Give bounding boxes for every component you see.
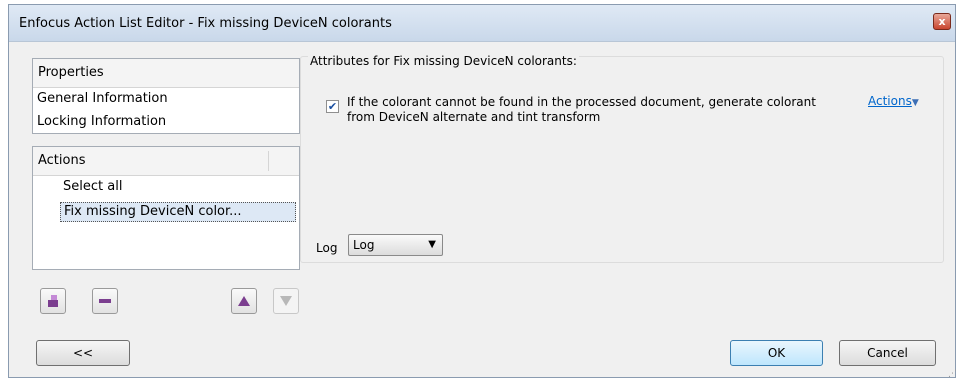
generate-colorant-checkbox[interactable]: ✔ [326, 100, 339, 113]
close-button[interactable]: x [933, 13, 951, 30]
properties-item-locking-information[interactable]: Locking Information [37, 114, 166, 129]
properties-panel: Properties General Information Locking I… [32, 58, 300, 134]
actions-link[interactable]: Actions▼ [868, 94, 919, 108]
header-divider [268, 151, 269, 171]
ok-button[interactable]: OK [730, 340, 823, 366]
close-icon: x [938, 15, 946, 28]
window-title: Enfocus Action List Editor - Fix missing… [19, 16, 392, 31]
move-down-icon [280, 296, 292, 306]
generate-colorant-label[interactable]: If the colorant cannot be found in the p… [347, 95, 837, 125]
remove-action-icon [99, 299, 111, 303]
title-bar[interactable]: Enfocus Action List Editor - Fix missing… [9, 5, 955, 42]
properties-header: Properties [33, 59, 299, 88]
add-action-icon [48, 295, 58, 307]
attributes-title: Attributes for Fix missing DeviceN color… [308, 54, 579, 68]
dropdown-arrow-icon: ▼ [911, 98, 919, 108]
log-select[interactable]: Log ▼ [348, 234, 443, 256]
resize-grip-icon[interactable]: ⋰ [948, 369, 958, 379]
properties-item-general-information[interactable]: General Information [37, 91, 168, 106]
actions-header: Actions [33, 147, 299, 176]
log-select-value: Log [353, 238, 375, 252]
attributes-group [300, 56, 944, 263]
action-item-select-all[interactable]: Select all [63, 179, 122, 194]
check-icon: ✔ [327, 100, 338, 113]
move-up-icon [238, 296, 250, 306]
log-label: Log [316, 241, 338, 255]
actions-panel: Actions Select all Fix missing DeviceN c… [32, 146, 300, 270]
action-item-fix-missing-devicen[interactable]: Fix missing DeviceN color... [60, 202, 296, 222]
cancel-button[interactable]: Cancel [839, 340, 936, 366]
remove-action-button[interactable] [92, 288, 118, 314]
actions-link-label[interactable]: Actions [868, 94, 912, 108]
chevron-down-icon: ▼ [428, 239, 436, 250]
back-button[interactable]: << [36, 340, 130, 366]
actions-header-label: Actions [38, 153, 86, 168]
add-action-button[interactable] [40, 288, 66, 314]
move-up-button[interactable] [231, 288, 257, 314]
move-down-button[interactable] [273, 288, 299, 314]
